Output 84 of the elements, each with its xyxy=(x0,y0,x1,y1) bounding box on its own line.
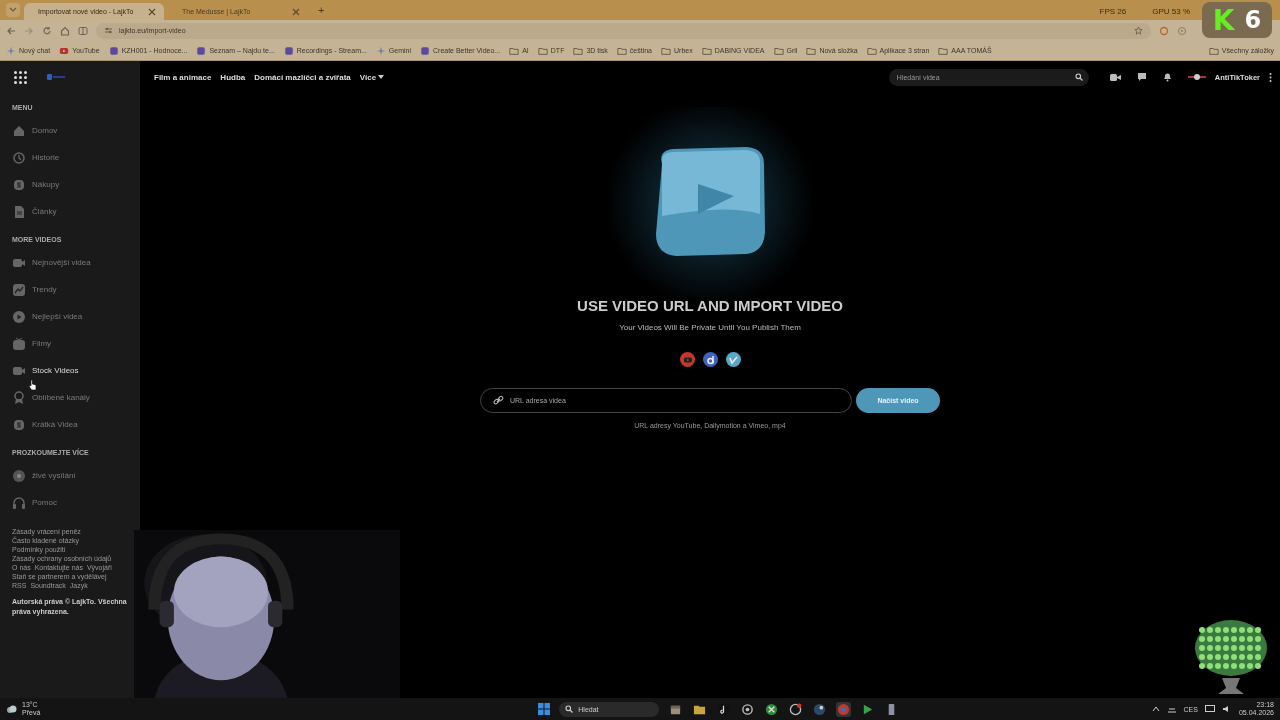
nav-link[interactable]: Film a animace xyxy=(154,72,212,82)
folder-icon xyxy=(866,45,877,56)
youtube-icon xyxy=(59,45,70,56)
back-icon[interactable] xyxy=(6,25,16,36)
video-camera-icon[interactable] xyxy=(1109,72,1121,82)
folder-icon xyxy=(773,45,784,56)
split-view-icon[interactable] xyxy=(78,25,88,36)
folder-icon xyxy=(537,45,548,56)
folder-icon xyxy=(573,45,584,56)
folder-icon xyxy=(616,45,627,56)
site-icon xyxy=(196,45,207,56)
site-icon xyxy=(108,45,119,56)
sidebar-item[interactable]: Články xyxy=(12,198,57,225)
clock-icon xyxy=(12,150,26,165)
folder-icon xyxy=(1208,45,1219,56)
play-icon xyxy=(861,702,875,716)
page-subtitle: Your Videos Will Be Private Until You Publish Them xyxy=(619,323,801,332)
folder-icon xyxy=(806,45,817,56)
home-icon[interactable] xyxy=(60,25,70,36)
site-settings-icon[interactable] xyxy=(104,26,113,35)
notification-icon xyxy=(789,702,803,716)
folder-icon xyxy=(509,45,520,56)
sidebar-item[interactable]: Krátká Videa xyxy=(12,411,78,438)
site-icon xyxy=(420,45,430,56)
search-icon[interactable] xyxy=(1074,73,1083,81)
sidebar-item[interactable]: Nákupy xyxy=(12,171,60,198)
start-icon[interactable] xyxy=(538,703,551,715)
sidebar-item[interactable]: Nejnovější videa xyxy=(12,249,91,276)
sidebar-item[interactable]: Nejlepší videa xyxy=(12,303,83,330)
page-title: USE VIDEO URL AND IMPORT VIDEO xyxy=(577,297,843,314)
stats-text: GPU 53 % xyxy=(1152,7,1190,16)
sidebar-item[interactable]: Domov xyxy=(12,117,58,144)
bell-icon[interactable] xyxy=(1162,72,1172,82)
chart-icon xyxy=(12,282,26,297)
bookmark-star-icon[interactable] xyxy=(1134,26,1143,35)
sidebar-item[interactable]: Historie xyxy=(12,144,60,171)
browser-icon xyxy=(837,702,851,716)
close-icon[interactable] xyxy=(148,7,156,16)
folder-icon xyxy=(701,45,712,56)
nav-link[interactable]: Hudba xyxy=(220,72,246,82)
cloud-icon xyxy=(6,704,18,714)
close-icon[interactable] xyxy=(292,7,300,16)
award-icon xyxy=(12,390,26,405)
tv-icon xyxy=(12,336,26,351)
sidebar-item[interactable]: Trendy xyxy=(12,276,57,303)
avatar-icon[interactable] xyxy=(1187,73,1206,81)
site-icon xyxy=(283,45,294,56)
sidebar-item[interactable]: Filmy xyxy=(12,330,52,357)
taskbar-app[interactable] xyxy=(812,701,828,717)
play-icon xyxy=(12,309,26,324)
monitor-icon[interactable] xyxy=(1204,705,1215,713)
badge-number: 6 xyxy=(1244,6,1262,34)
site-logo-icon[interactable] xyxy=(47,74,65,80)
more-menu[interactable]: Více xyxy=(359,72,385,82)
nav-link[interactable]: Domácí mazlíčci a zvířata xyxy=(254,72,351,82)
steam-icon xyxy=(813,702,827,716)
sidebar-item[interactable]: Stock Videos xyxy=(12,357,79,384)
new-tab-button[interactable]: + xyxy=(318,4,325,16)
coin-icon xyxy=(12,417,26,432)
sidebar-item[interactable]: Pomoc xyxy=(12,489,57,516)
badge-letter: K xyxy=(1212,3,1235,37)
reload-icon[interactable] xyxy=(42,25,52,36)
taskbar-app[interactable] xyxy=(764,701,780,717)
tab-menu-button[interactable] xyxy=(6,3,20,17)
coin-icon xyxy=(12,177,26,192)
stats-text: FPS 26 xyxy=(1099,7,1127,16)
folder-icon xyxy=(938,45,949,56)
house-icon xyxy=(12,123,26,138)
broadcast-icon xyxy=(12,468,26,483)
caret-icon xyxy=(378,75,385,79)
hand-cursor-icon xyxy=(28,379,37,392)
sidebar-item[interactable]: Oblíbené kanály xyxy=(12,384,90,411)
apps-grid-icon[interactable] xyxy=(14,70,27,84)
taskbar-app[interactable] xyxy=(788,701,804,717)
folder-icon xyxy=(661,45,671,56)
x-circle-icon xyxy=(765,702,779,716)
headset-icon xyxy=(12,495,26,510)
document-icon xyxy=(12,204,26,219)
chevron-up-icon[interactable] xyxy=(1151,706,1160,712)
more-options-icon[interactable] xyxy=(1269,72,1272,82)
link-icon xyxy=(493,395,504,406)
chat-icon[interactable] xyxy=(1136,72,1147,82)
search-icon xyxy=(565,705,574,713)
sidebar-item[interactable]: živé vysílání xyxy=(12,462,76,489)
